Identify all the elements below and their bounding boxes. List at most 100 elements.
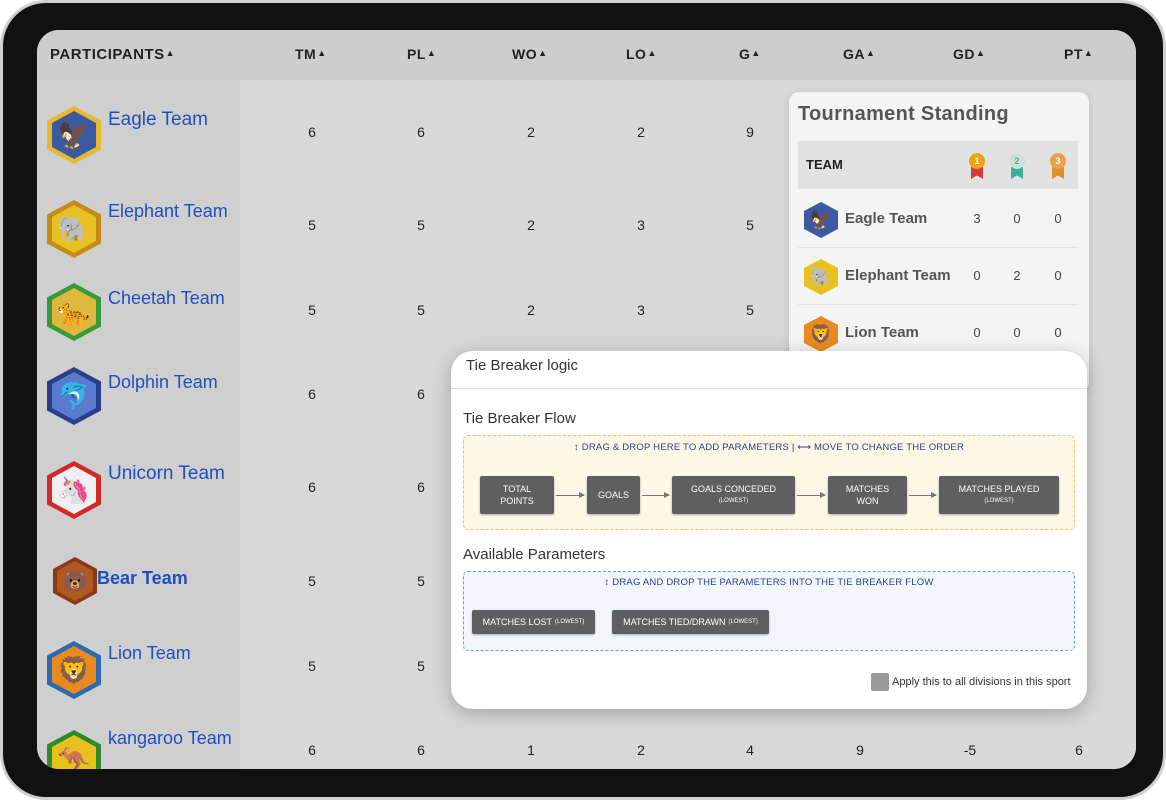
sort-icon: ▲ [165, 48, 176, 58]
cell-g: 4 [746, 742, 754, 758]
flow-arrow-icon [556, 492, 585, 498]
team-name[interactable]: Unicorn Team [108, 458, 233, 489]
cell-tm: 5 [308, 302, 316, 318]
column-header-ga[interactable]: GA▲ [843, 46, 875, 62]
silver-count: 0 [1013, 325, 1021, 340]
sort-icon: ▲ [751, 48, 761, 58]
column-header-tm[interactable]: TM▲ [295, 46, 327, 62]
silver-count: 0 [1013, 211, 1021, 226]
cell-lo: 2 [637, 742, 645, 758]
cell-pl: 6 [417, 386, 425, 402]
available-section-title: Available Parameters [463, 546, 606, 563]
team-name[interactable]: Bear Team [97, 567, 222, 589]
vertical-arrows-icon: ↕ [604, 577, 610, 588]
sort-icon: ▲ [538, 48, 548, 58]
cell-tm: 6 [308, 386, 316, 402]
table-row[interactable]: 🦘 kangaroo Team 6 6 1 2 4 9 -5 6 [37, 710, 1136, 769]
cell-tm: 5 [308, 217, 316, 233]
cell-pl: 6 [417, 124, 425, 140]
team-name[interactable]: Dolphin Team [108, 367, 233, 398]
bronze-count: 0 [1054, 268, 1062, 283]
team-column-header: TEAM [806, 157, 843, 172]
cell-wo: 2 [527, 217, 535, 233]
cell-pl: 6 [417, 742, 425, 758]
flow-arrow-icon [642, 492, 670, 498]
team-name[interactable]: Elephant Team [108, 196, 233, 227]
flow-item-goals[interactable]: GOALS [587, 476, 640, 514]
stats-cell [240, 710, 1136, 769]
team-name[interactable]: Eagle Team [108, 104, 233, 135]
param-matches-lost[interactable]: MATCHES LOST (LOWEST) [472, 610, 595, 634]
gold-count: 0 [973, 325, 981, 340]
available-hint: ↕ DRAG AND DROP THE PARAMETERS INTO THE … [604, 577, 934, 588]
column-header-g[interactable]: G▲ [739, 46, 761, 62]
sort-icon: ▲ [317, 48, 327, 58]
cell-lo: 3 [637, 302, 645, 318]
cell-g: 5 [746, 217, 754, 233]
cell-pt: 6 [1075, 742, 1083, 758]
gold-count: 3 [973, 211, 981, 226]
cell-pl: 5 [417, 302, 425, 318]
cell-pl: 6 [417, 479, 425, 495]
column-header-pl[interactable]: PL▲ [407, 46, 436, 62]
cell-pl: 5 [417, 573, 425, 589]
column-header-participants[interactable]: PARTICIPANTS▲ [50, 46, 175, 63]
cell-wo: 2 [527, 124, 535, 140]
cell-pl: 5 [417, 217, 425, 233]
vertical-arrows-icon: ↕ [573, 442, 579, 453]
eagle-team-logo: 🦅 [804, 202, 838, 238]
flow-item-total-points[interactable]: TOTAL POINTS [480, 476, 554, 514]
cell-gd: -5 [963, 742, 977, 758]
flow-item-matches-played[interactable]: MATCHES PLAYED (LOWEST) [939, 476, 1059, 514]
cell-g: 5 [746, 302, 754, 318]
cell-tm: 6 [308, 742, 316, 758]
modal-divider [451, 388, 1087, 389]
elephant-team-logo: 🐘 [804, 259, 838, 295]
cell-g: 9 [746, 124, 754, 140]
standing-team-name: Elephant Team [845, 267, 951, 284]
flow-arrow-icon [909, 492, 937, 498]
horizontal-arrows-icon: ⟷ [797, 442, 812, 453]
team-name[interactable]: Cheetah Team [108, 283, 233, 314]
flow-item-matches-won[interactable]: MATCHES WON [828, 476, 907, 514]
cell-tm: 5 [308, 573, 316, 589]
column-header-gd[interactable]: GD▲ [953, 46, 985, 62]
column-header-lo[interactable]: LO▲ [626, 46, 657, 62]
standing-team-name: Eagle Team [845, 210, 928, 227]
flow-arrow-icon [797, 492, 826, 498]
team-name[interactable]: kangaroo Team [108, 726, 233, 750]
bronze-medal-icon: 3 [1048, 153, 1068, 179]
column-header-wo[interactable]: WO▲ [512, 46, 548, 62]
cell-tm: 5 [308, 658, 316, 674]
cell-wo: 2 [527, 302, 535, 318]
standings-table-header: PARTICIPANTS▲ TM▲ PL▲ WO▲ LO▲ G▲ GA▲ GD▲… [37, 30, 1136, 81]
standing-row: 🦅 Eagle Team 3 0 0 [798, 191, 1078, 248]
modal-title: Tie Breaker logic [466, 357, 578, 374]
flow-item-goals-conceded[interactable]: GOALS CONCEDED (LOWEST) [672, 476, 795, 514]
lion-team-logo: 🦁 [804, 316, 838, 352]
column-header-pt[interactable]: PT▲ [1064, 46, 1093, 62]
silver-medal-icon: 2 [1007, 153, 1027, 179]
cell-tm: 6 [308, 479, 316, 495]
bronze-count: 0 [1054, 325, 1062, 340]
bronze-count: 0 [1054, 211, 1062, 226]
cell-tm: 6 [308, 124, 316, 140]
sort-icon: ▲ [866, 48, 876, 58]
tie-breaker-modal: Tie Breaker logic Tie Breaker Flow ↕ DRA… [451, 351, 1087, 709]
standing-title: Tournament Standing [798, 103, 1009, 125]
tie-breaker-flow-dropzone[interactable]: ↕ DRAG & DROP HERE TO ADD PARAMETERS | ⟷… [463, 435, 1075, 530]
available-parameters-dropzone[interactable]: ↕ DRAG AND DROP THE PARAMETERS INTO THE … [463, 571, 1075, 651]
gold-medal-icon: 1 [967, 153, 987, 179]
cell-lo: 2 [637, 124, 645, 140]
gold-count: 0 [973, 268, 981, 283]
apply-all-divisions-label: Apply this to all divisions in this spor… [892, 676, 1071, 688]
team-name[interactable]: Lion Team [108, 640, 233, 666]
cell-lo: 3 [637, 217, 645, 233]
flow-section-title: Tie Breaker Flow [463, 410, 576, 427]
silver-count: 2 [1013, 268, 1021, 283]
apply-all-divisions-checkbox[interactable] [871, 673, 889, 691]
sort-icon: ▲ [647, 48, 657, 58]
sort-icon: ▲ [1083, 48, 1094, 58]
param-matches-tied-drawn[interactable]: MATCHES TIED/DRAWN (LOWEST) [612, 610, 769, 634]
sort-icon: ▲ [976, 48, 986, 58]
